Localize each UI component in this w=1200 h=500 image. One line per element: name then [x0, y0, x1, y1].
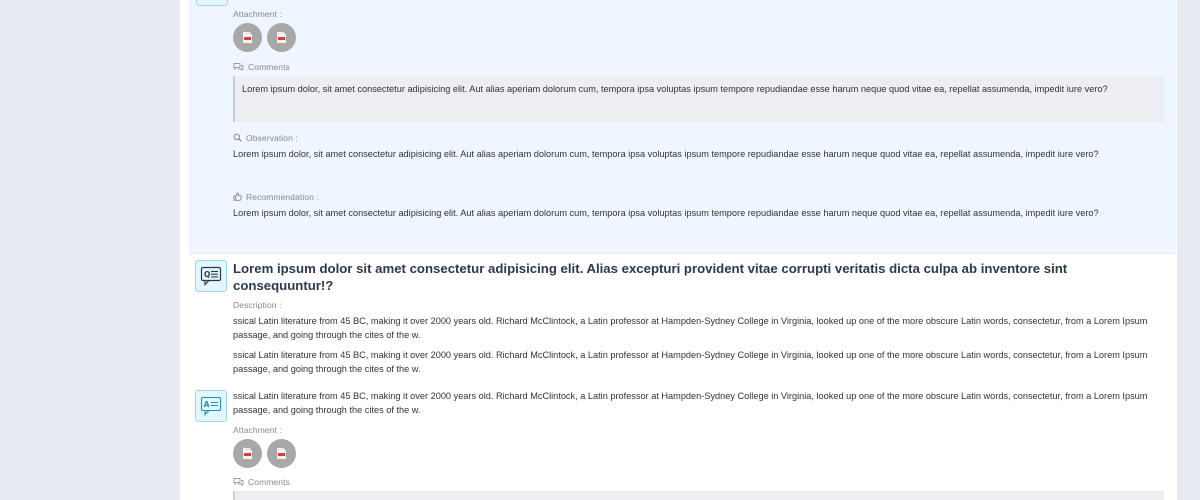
pdf-file-icon [277, 448, 286, 459]
svg-text:Q: Q [204, 270, 210, 279]
pdf-attachment-2[interactable] [267, 439, 296, 468]
highlighted-item: Attachment : Comments Lorem ipsum dolor,… [189, 0, 1176, 253]
pdf-attachment-2[interactable] [267, 23, 296, 52]
page-gutter [1177, 0, 1200, 500]
search-icon [233, 133, 242, 144]
recommendation-header: Recommendation : [233, 192, 319, 203]
comment-box [233, 491, 1164, 500]
attachment-label: Attachment : [233, 425, 282, 435]
comments-label: Comments [248, 477, 290, 487]
item-divider [189, 253, 1176, 254]
attachment-label: Attachment : [233, 9, 282, 19]
comment-text: Lorem ipsum dolor, sit amet consectetur … [242, 84, 1108, 94]
recommendation-text: Lorem ipsum dolor, sit amet consectetur … [233, 208, 1099, 218]
comment-box: Lorem ipsum dolor, sit amet consectetur … [233, 76, 1164, 122]
thumbs-up-icon [233, 192, 242, 203]
attachment-list [233, 439, 296, 468]
answer-text: ssical Latin literature from 45 BC, maki… [233, 391, 1148, 415]
question-title: Lorem ipsum dolor sit amet consectetur a… [233, 261, 1068, 293]
observation-text: Lorem ipsum dolor, sit amet consectetur … [233, 149, 1099, 159]
pdf-attachment-1[interactable] [233, 439, 262, 468]
comments-icon [233, 62, 244, 73]
comments-label: Comments [248, 62, 290, 72]
answer-card-icon: A [195, 390, 227, 422]
comments-header: Comments [233, 62, 290, 73]
comments-icon [233, 477, 244, 488]
pdf-attachment-1[interactable] [233, 23, 262, 52]
description-label: Description : [233, 300, 282, 310]
description-text-1: ssical Latin literature from 45 BC, maki… [233, 316, 1148, 340]
question-card-icon: Q [195, 260, 227, 292]
pdf-file-icon [243, 448, 252, 459]
answer-card-icon [196, 0, 228, 6]
pdf-file-icon [243, 32, 252, 43]
attachment-list [233, 23, 296, 52]
observation-header: Observation : [233, 133, 298, 144]
inspection-detail-panel: Attachment : Comments Lorem ipsum dolor,… [180, 0, 1177, 500]
description-text-2: ssical Latin literature from 45 BC, maki… [233, 350, 1148, 374]
pdf-file-icon [277, 32, 286, 43]
comments-header: Comments [233, 477, 290, 488]
recommendation-label: Recommendation : [246, 192, 319, 202]
observation-label: Observation : [246, 133, 298, 143]
svg-text:A: A [204, 400, 210, 409]
